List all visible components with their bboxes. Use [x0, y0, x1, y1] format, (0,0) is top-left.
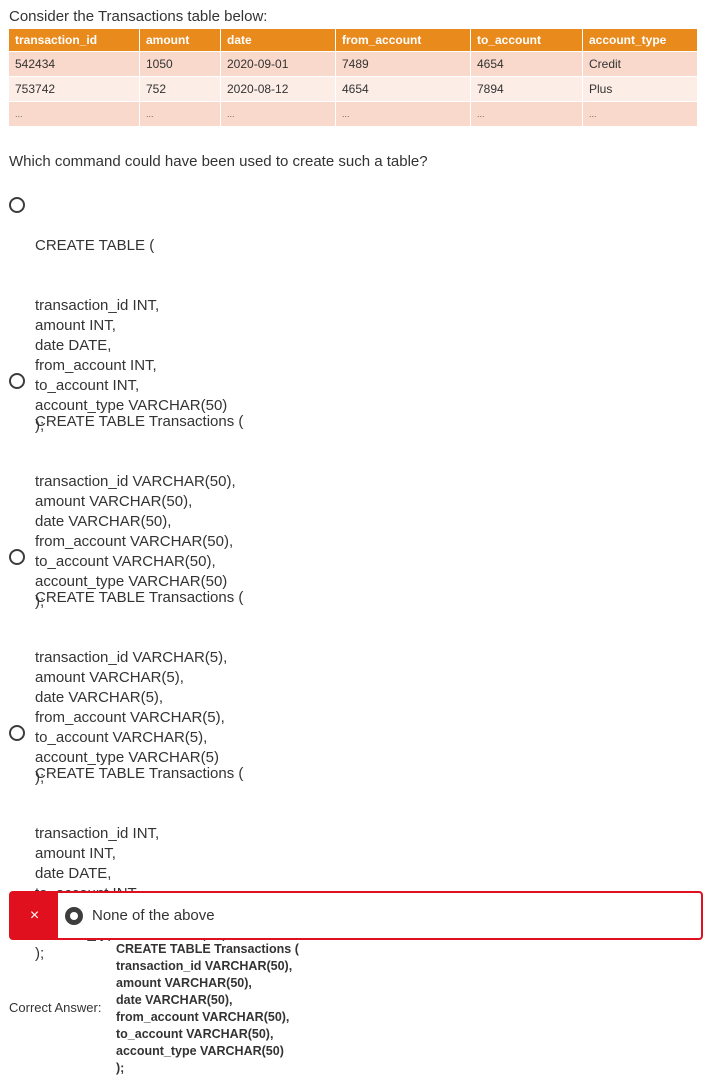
table-cell: 4654	[471, 51, 583, 76]
table-header-row: transaction_id amount date from_account …	[9, 29, 697, 51]
column-header: amount	[140, 29, 221, 51]
radio-button[interactable]	[9, 373, 25, 389]
option-label: None of the above	[92, 907, 215, 924]
column-header: transaction_id	[9, 29, 140, 51]
column-header: from_account	[336, 29, 471, 51]
table-cell: 7894	[471, 76, 583, 101]
column-header: to_account	[471, 29, 583, 51]
close-icon: ×	[11, 893, 58, 938]
table-cell: 1050	[140, 51, 221, 76]
table-cell: Plus	[583, 76, 697, 101]
table-cell: ...	[336, 101, 471, 126]
table-cell: 542434	[9, 51, 140, 76]
transactions-table: transaction_id amount date from_account …	[9, 29, 697, 126]
table-cell: ...	[221, 101, 336, 126]
table-row: 542434 1050 2020-09-01 7489 4654 Credit	[9, 51, 697, 76]
intro-text: Consider the Transactions table below:	[9, 8, 268, 25]
table-cell: ...	[9, 101, 140, 126]
radio-button[interactable]	[9, 197, 25, 213]
table-row: ... ... ... ... ... ...	[9, 101, 697, 126]
option-first-line: CREATE TABLE Transactions (	[35, 765, 244, 782]
correct-answer-text: CREATE TABLE Transactions ( transaction_…	[116, 942, 299, 1075]
radio-button[interactable]	[9, 549, 25, 565]
column-header: date	[221, 29, 336, 51]
table-row: 753742 752 2020-08-12 4654 7894 Plus	[9, 76, 697, 101]
table-cell: 2020-08-12	[221, 76, 336, 101]
radio-button[interactable]	[9, 725, 25, 741]
question-text: Which command could have been used to cr…	[9, 153, 428, 170]
table-cell: 4654	[336, 76, 471, 101]
table-cell: ...	[583, 101, 697, 126]
table-cell: 2020-09-01	[221, 51, 336, 76]
table-cell: Credit	[583, 51, 697, 76]
option-first-line: CREATE TABLE (	[35, 237, 155, 254]
option-first-line: CREATE TABLE Transactions (	[35, 589, 244, 606]
table-cell: 753742	[9, 76, 140, 101]
option-first-line: CREATE TABLE Transactions (	[35, 413, 244, 430]
table-cell: 7489	[336, 51, 471, 76]
table-cell: ...	[471, 101, 583, 126]
selected-answer-option[interactable]: × None of the above	[9, 891, 703, 940]
column-header: account_type	[583, 29, 697, 51]
table-cell: ...	[140, 101, 221, 126]
radio-button-checked[interactable]	[65, 906, 83, 925]
correct-answer-label: Correct Answer:	[9, 1000, 102, 1015]
table-cell: 752	[140, 76, 221, 101]
